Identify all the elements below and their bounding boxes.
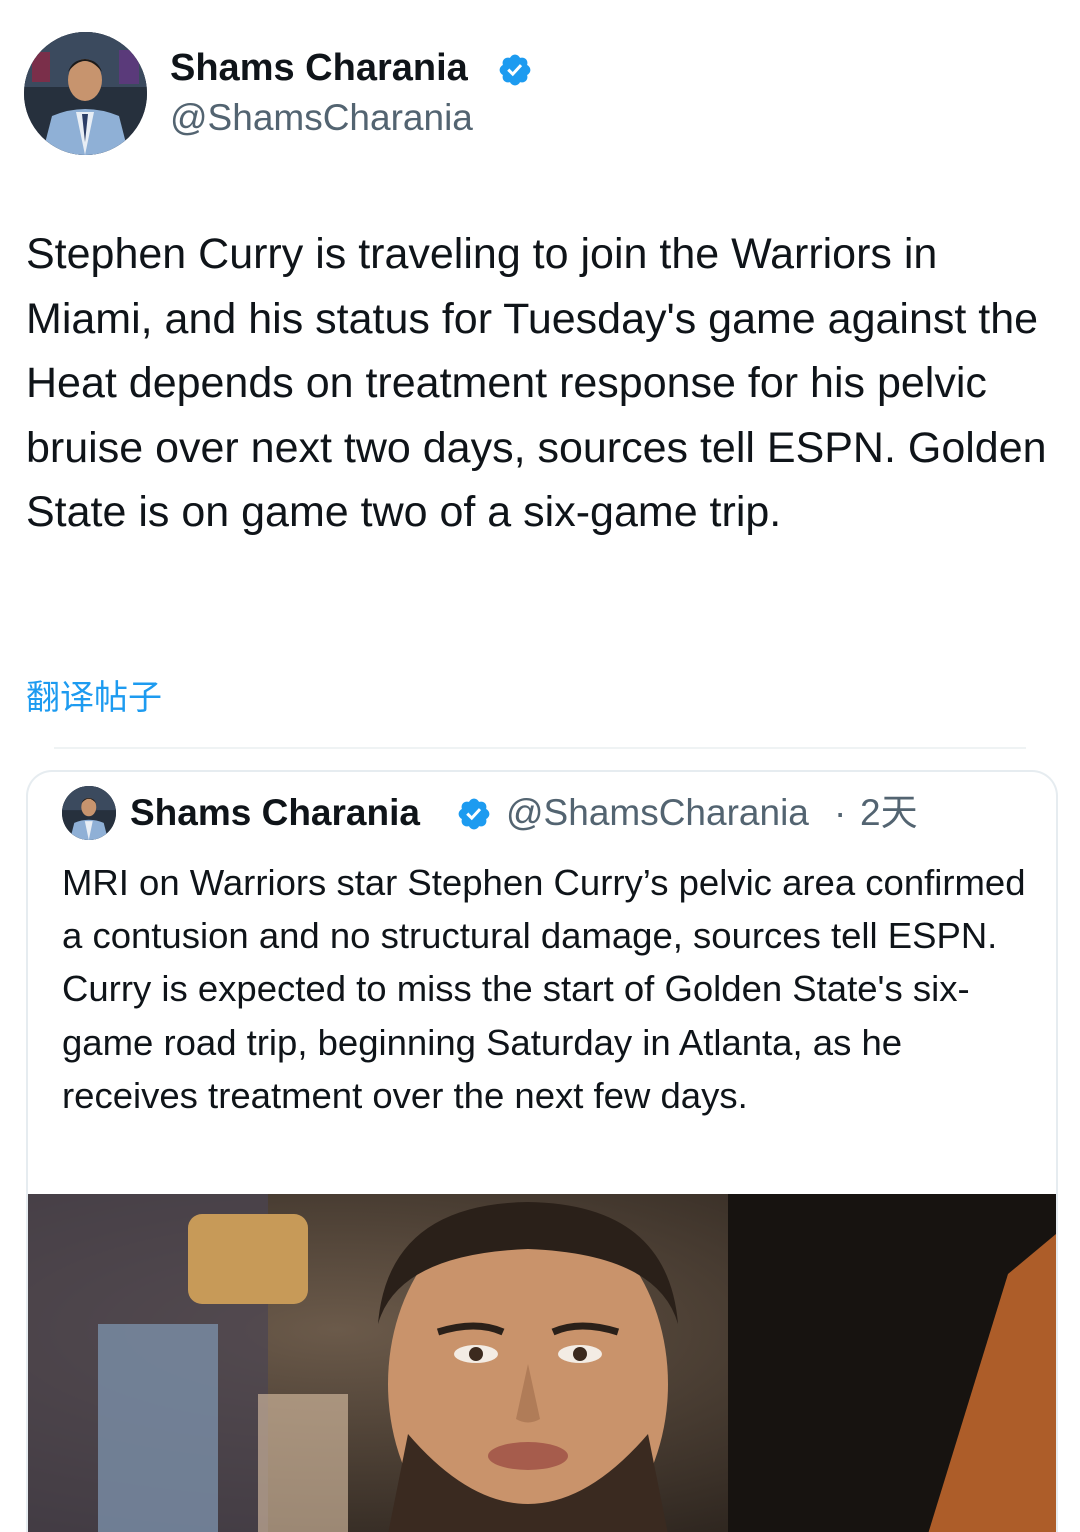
avatar-photo (62, 786, 116, 840)
quoted-timestamp[interactable]: 2天 (860, 790, 918, 836)
quoted-author-handle[interactable]: @ShamsCharania (506, 790, 809, 836)
verified-badge-icon (456, 796, 492, 832)
quoted-author-avatar[interactable] (62, 786, 116, 840)
verified-badge-icon (497, 52, 533, 88)
author-handle[interactable]: @ShamsCharania (170, 96, 473, 140)
quoted-tweet-text: MRI on Warriors star Stephen Curry’s pel… (62, 862, 1026, 1116)
meta-separator: · (834, 792, 847, 833)
author-display-name[interactable]: Shams Charania (170, 46, 468, 90)
divider (54, 747, 1026, 749)
tweet-text: Stephen Curry is traveling to join the W… (26, 230, 1047, 536)
quoted-media-image[interactable] (28, 1194, 1056, 1532)
translate-post-link[interactable]: 翻译帖子 (26, 676, 162, 720)
player-photo (28, 1194, 1056, 1532)
avatar-photo (24, 32, 147, 155)
author-avatar[interactable] (24, 32, 147, 155)
quoted-author-display-name[interactable]: Shams Charania (130, 790, 420, 836)
quoted-tweet-card[interactable]: Shams Charania @ShamsCharania · 2天 MRI o… (26, 770, 1058, 1532)
